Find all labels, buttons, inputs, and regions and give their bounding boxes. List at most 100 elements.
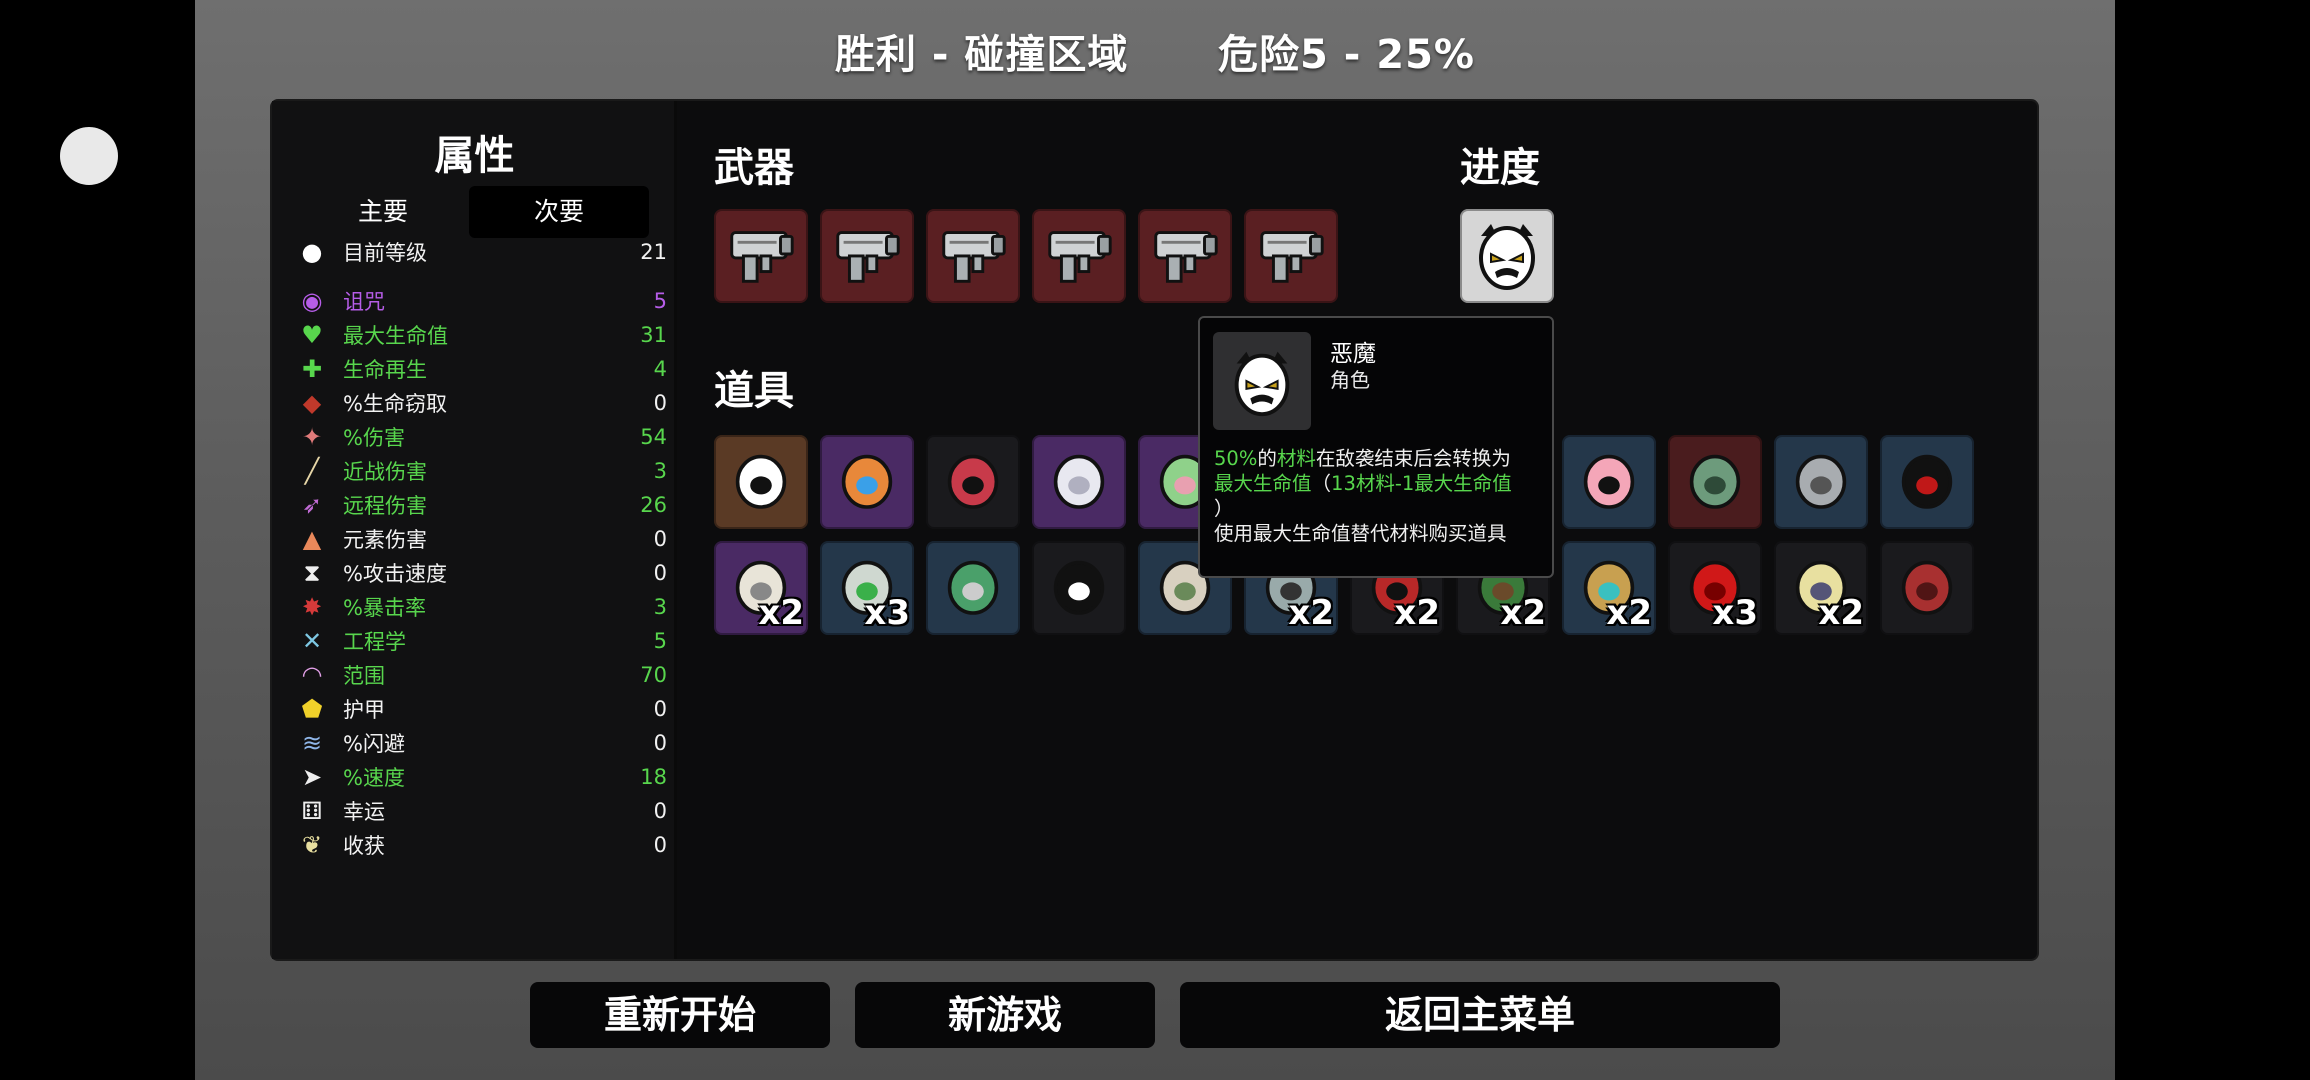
stat-name: 诅咒 (343, 290, 385, 314)
stat-value: 3 (653, 459, 667, 483)
main-menu-button[interactable]: 返回主菜单 (1180, 982, 1780, 1048)
devil-egg-icon (1234, 351, 1290, 417)
item-slot[interactable]: x3 (1668, 541, 1762, 635)
tab-main[interactable]: 主要 (293, 186, 473, 238)
stat-row: ◆ %生命窃取 0 (297, 387, 667, 419)
stat-name: %速度 (343, 766, 405, 790)
stat-value: 0 (653, 697, 667, 721)
stone-house-icon (1785, 444, 1857, 520)
elemental-damage-icon: ▲ (302, 525, 322, 553)
character-tooltip: 恶魔 角色 50%的材料在敌袭结束后会转换为 最大生命值（13材料-1最大生命值… (1198, 316, 1554, 578)
pistol-icon (934, 215, 1012, 297)
item-slot[interactable] (1032, 435, 1126, 529)
egg-sunglasses-icon (725, 444, 797, 520)
piggy-bank-icon (1573, 444, 1645, 520)
item-slot[interactable] (1032, 541, 1126, 635)
weapon-slot[interactable] (926, 209, 1020, 303)
tooltip-icon (1213, 332, 1311, 430)
item-quantity: x2 (1606, 593, 1652, 633)
turret-machine-icon (937, 550, 1009, 626)
stat-name: 远程伤害 (343, 494, 427, 518)
weapon-slot[interactable] (1138, 209, 1232, 303)
item-quantity: x2 (1818, 593, 1864, 633)
item-slot[interactable]: x2 (1774, 541, 1868, 635)
item-slot[interactable] (1880, 435, 1974, 529)
item-quantity: x2 (1288, 593, 1334, 633)
restart-button[interactable]: 重新开始 (530, 982, 830, 1048)
item-slot[interactable] (1668, 435, 1762, 529)
stat-row: ✦ %伤害 54 (297, 421, 667, 453)
items-title: 道具 (714, 368, 794, 414)
stat-value: 70 (640, 663, 667, 687)
weapon-slot[interactable] (820, 209, 914, 303)
tooltip-description: 50%的材料在敌袭结束后会转换为 最大生命值（13材料-1最大生命值 ） 使用最… (1214, 447, 1512, 545)
stat-value: 54 (640, 425, 667, 449)
stat-row: ❦ 收获 0 (297, 829, 667, 861)
weapon-slot[interactable] (714, 209, 808, 303)
stat-value: 0 (653, 527, 667, 551)
dodge-icon: ≋ (301, 729, 323, 757)
character-devil-slot[interactable] (1460, 209, 1554, 303)
life-steal-icon: ◆ (302, 389, 322, 417)
ranged-damage-icon: ➶ (301, 491, 323, 519)
stats-panel: 属性 主要 次要 ● 目前等级 21 ◉ 诅咒 5 ♥ 最大生命值 31 ✚ 生命再生 4 ◆ %生命窃取… (272, 101, 677, 959)
stat-value: 21 (640, 240, 667, 264)
stat-value: 3 (653, 595, 667, 619)
item-slot[interactable] (820, 435, 914, 529)
red-tongue-icon (937, 444, 1009, 520)
engineering-icon: ✕ (301, 627, 323, 655)
floating-touch-button[interactable] (60, 127, 118, 185)
stat-row: ♥ 最大生命值 31 (297, 319, 667, 351)
green-robot-icon (1679, 444, 1751, 520)
weapon-slot[interactable] (1244, 209, 1338, 303)
stat-name: %暴击率 (343, 596, 426, 620)
melee-damage-icon: ╱ (304, 457, 320, 485)
item-quantity: x2 (1394, 593, 1440, 633)
pistol-icon (828, 215, 906, 297)
stat-name: 收获 (343, 834, 385, 858)
item-slot[interactable] (1880, 541, 1974, 635)
crit-chance-icon: ✸ (301, 593, 323, 621)
stat-value: 0 (653, 799, 667, 823)
item-slot[interactable] (1562, 435, 1656, 529)
stat-value: 31 (640, 323, 667, 347)
item-slot[interactable] (926, 435, 1020, 529)
item-slot[interactable]: x3 (820, 541, 914, 635)
stat-name: 护甲 (343, 698, 385, 722)
pistol-icon (722, 215, 800, 297)
level-icon: ● (301, 238, 323, 266)
stat-name: 近战伤害 (343, 460, 427, 484)
new-game-button[interactable]: 新游戏 (855, 982, 1155, 1048)
tab-secondary[interactable]: 次要 (469, 186, 649, 238)
pistol-icon (1252, 215, 1330, 297)
damage-icon: ✦ (301, 423, 323, 451)
armor-icon: ⬟ (301, 695, 323, 723)
harvesting-icon: ❦ (301, 831, 323, 859)
stat-row: ● 目前等级 21 (297, 236, 667, 268)
stat-name: %伤害 (343, 426, 405, 450)
range-icon: ◠ (301, 661, 323, 689)
item-slot[interactable]: x2 (1562, 541, 1656, 635)
stat-row: ➶ 远程伤害 26 (297, 489, 667, 521)
speed-icon: ➤ (301, 763, 323, 791)
stat-value: 0 (653, 833, 667, 857)
progress-title: 进度 (1460, 145, 1540, 191)
stat-name: %攻击速度 (343, 562, 447, 586)
danger-level: 危险5 - 25% (1217, 32, 1476, 78)
weapon-slot[interactable] (1032, 209, 1126, 303)
stat-value: 0 (653, 731, 667, 755)
stat-row: ✕ 工程学 5 (297, 625, 667, 657)
item-slot[interactable] (926, 541, 1020, 635)
attack-speed-icon: ⧗ (303, 559, 321, 587)
stat-row: ✸ %暴击率 3 (297, 591, 667, 623)
item-slot[interactable]: x2 (714, 541, 808, 635)
run-result-title: 胜利 - 碰撞区域 (834, 32, 1129, 78)
item-quantity: x3 (1712, 593, 1758, 633)
plaid-shirt-icon (1891, 550, 1963, 626)
pistol-icon (1146, 215, 1224, 297)
item-slot[interactable] (714, 435, 808, 529)
item-slot[interactable] (1774, 435, 1868, 529)
stat-row: ≋ %闪避 0 (297, 727, 667, 759)
page-title: 胜利 - 碰撞区域 危险5 - 25% (0, 22, 2310, 80)
stat-row: ◠ 范围 70 (297, 659, 667, 691)
